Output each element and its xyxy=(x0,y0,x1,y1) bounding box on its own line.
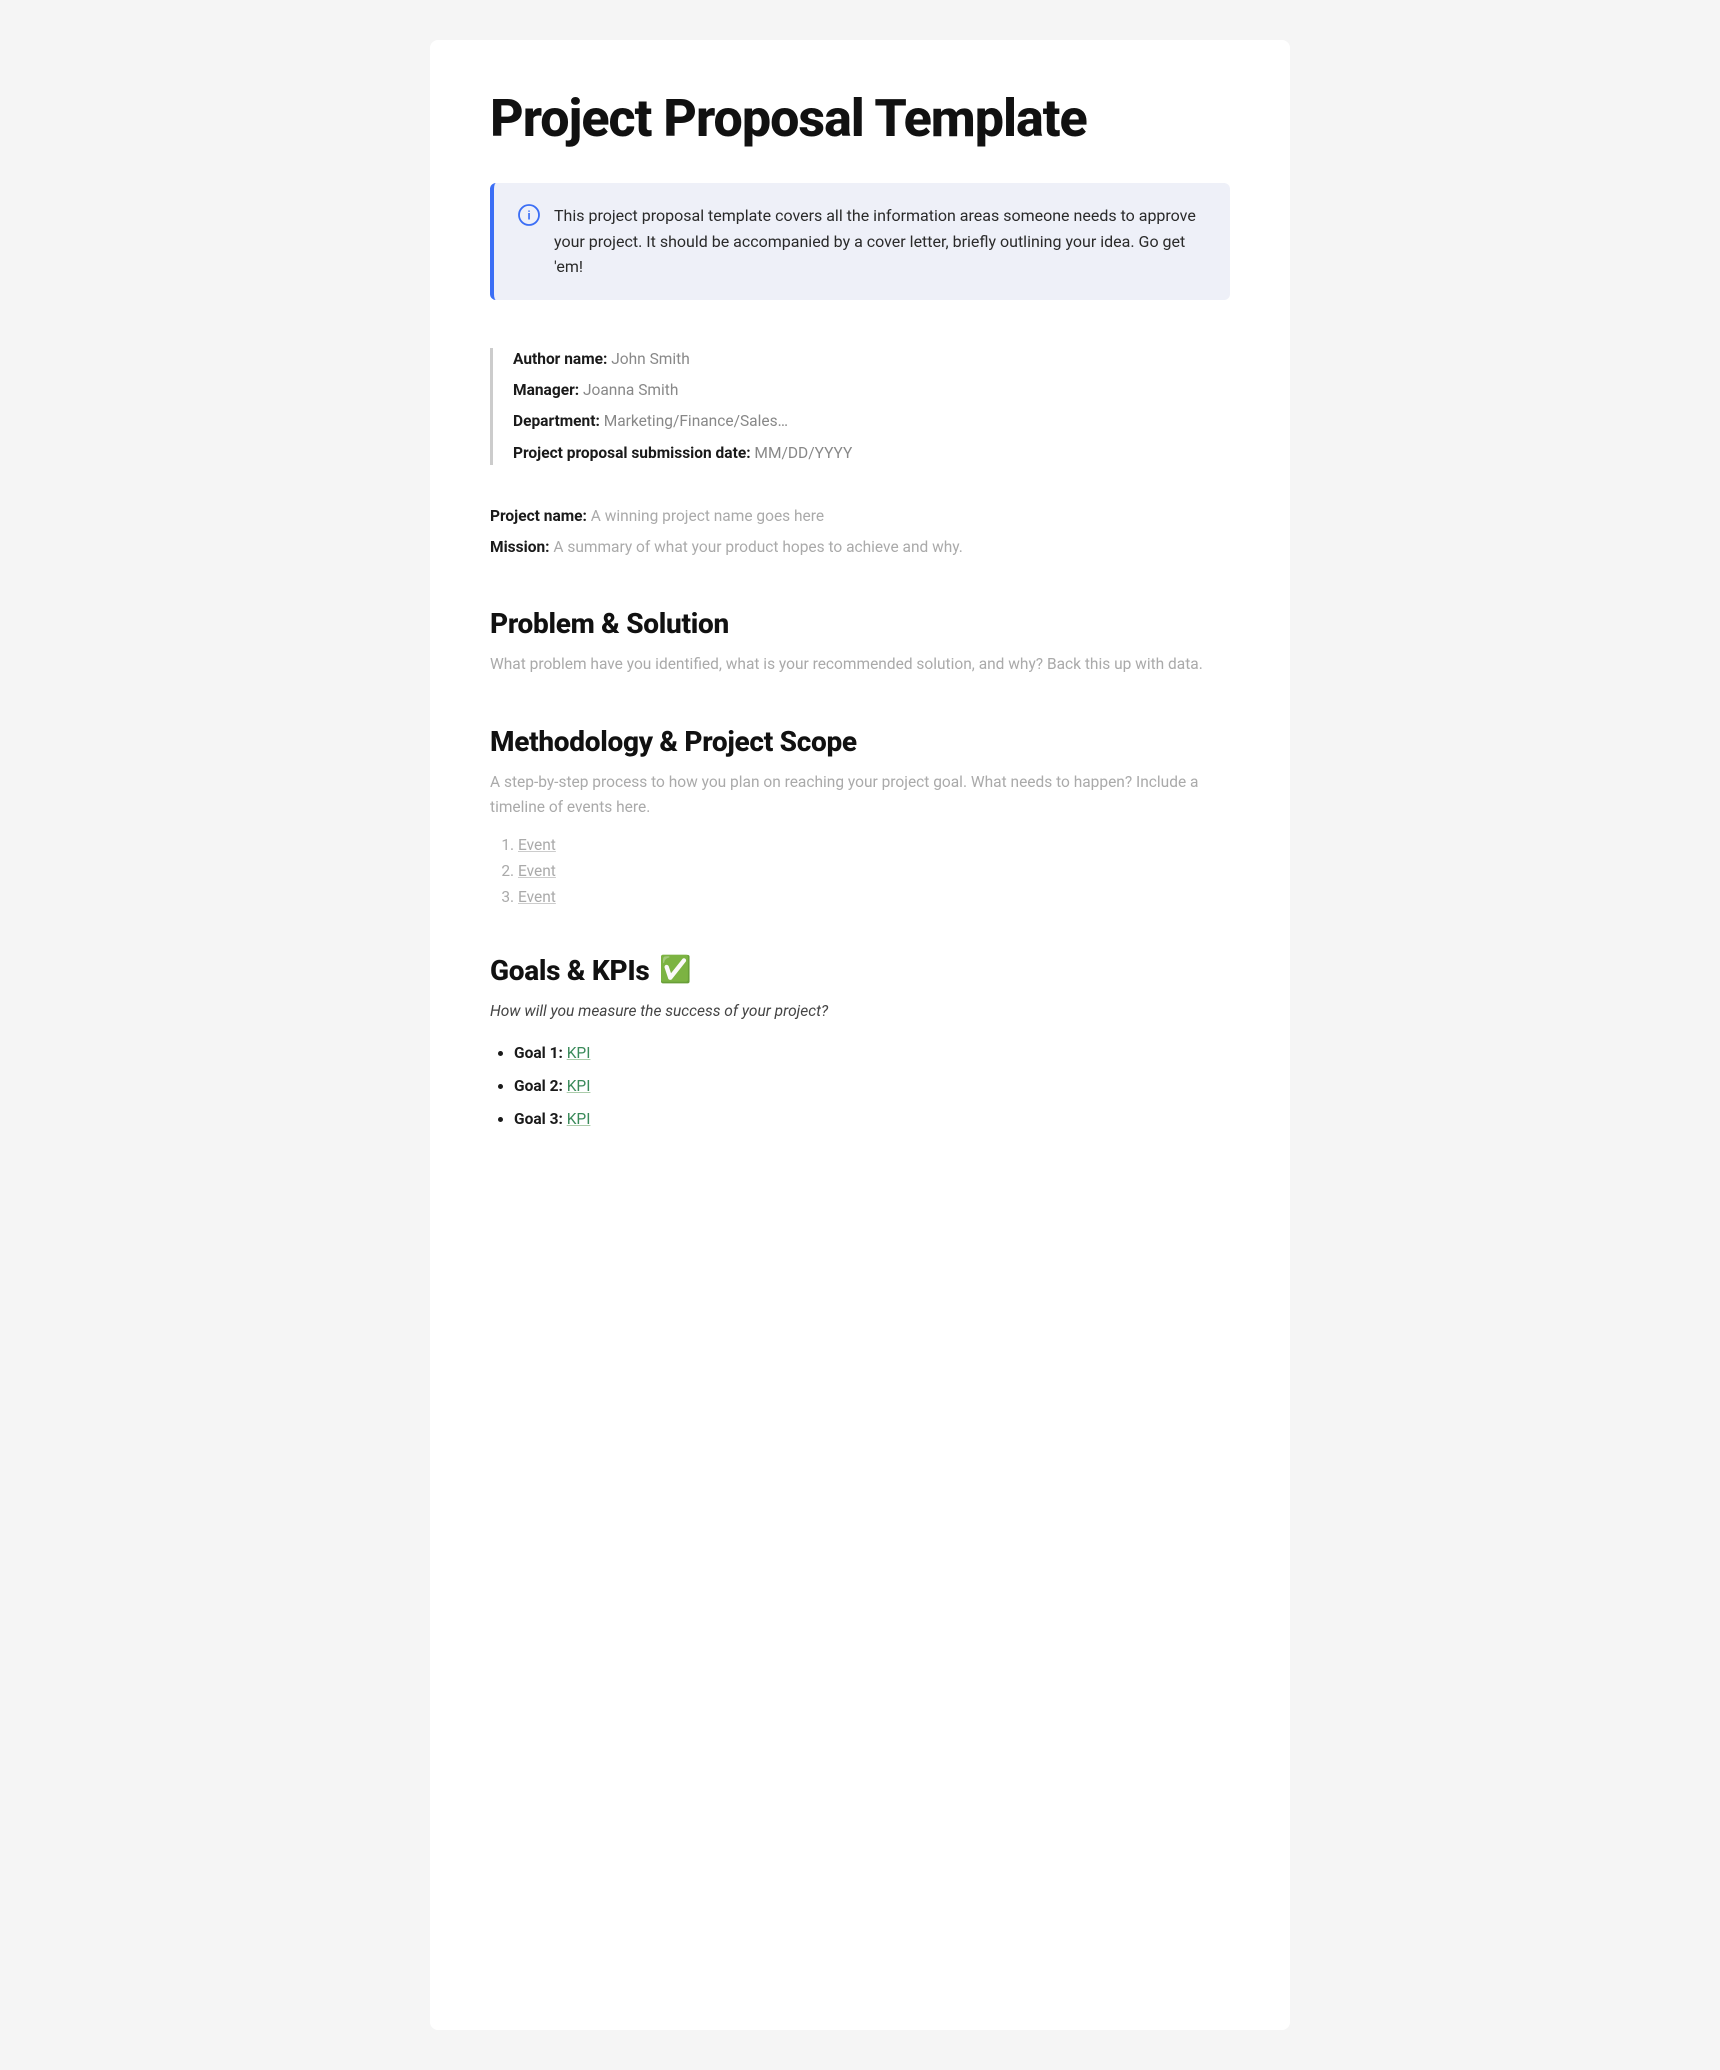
mission-label: Mission: xyxy=(490,538,550,556)
goals-kpis-title-row: Goals & KPIs ✅ xyxy=(490,954,1230,987)
event-list: Event Event Event xyxy=(490,836,1230,906)
list-item: Event xyxy=(518,888,1230,906)
project-name-row: Project name: A winning project name goe… xyxy=(490,505,1230,528)
manager-row: Manager: Joanna Smith xyxy=(513,379,1230,402)
author-row: Author name: John Smith xyxy=(513,348,1230,371)
list-item: Goal 2: KPI xyxy=(514,1075,1230,1098)
goals-kpis-description: How will you measure the success of your… xyxy=(490,999,1230,1024)
goal-1-label: Goal 1: xyxy=(514,1044,563,1062)
page-container: Project Proposal Template i This project… xyxy=(430,40,1290,2030)
problem-solution-section: Problem & Solution What problem have you… xyxy=(490,607,1230,677)
list-item: Goal 3: KPI xyxy=(514,1108,1230,1131)
goals-kpis-title: Goals & KPIs xyxy=(490,954,649,987)
callout-text: This project proposal template covers al… xyxy=(554,203,1206,280)
manager-value: Joanna Smith xyxy=(583,381,678,399)
goal-1-value: KPI xyxy=(567,1044,591,1062)
project-info-block: Project name: A winning project name goe… xyxy=(490,505,1230,560)
goals-kpis-section: Goals & KPIs ✅ How will you measure the … xyxy=(490,954,1230,1132)
mission-row: Mission: A summary of what your product … xyxy=(490,536,1230,559)
goals-kpis-checkbox-icon: ✅ xyxy=(659,957,691,983)
problem-solution-title: Problem & Solution xyxy=(490,607,1230,640)
info-icon: i xyxy=(518,204,540,226)
methodology-description: A step-by-step process to how you plan o… xyxy=(490,770,1230,820)
metadata-block: Author name: John Smith Manager: Joanna … xyxy=(490,348,1230,465)
methodology-section: Methodology & Project Scope A step-by-st… xyxy=(490,725,1230,906)
author-value: John Smith xyxy=(611,350,690,368)
submission-date-value: MM/DD/YYYY xyxy=(754,444,852,462)
callout-box: i This project proposal template covers … xyxy=(490,183,1230,300)
list-item: Goal 1: KPI xyxy=(514,1042,1230,1065)
submission-date-label: Project proposal submission date: xyxy=(513,444,751,462)
goal-2-label: Goal 2: xyxy=(514,1077,563,1095)
project-name-label: Project name: xyxy=(490,507,587,525)
page-title: Project Proposal Template xyxy=(490,90,1230,147)
goal-3-value: KPI xyxy=(567,1110,591,1128)
department-value: Marketing/Finance/Sales… xyxy=(604,412,788,430)
manager-label: Manager: xyxy=(513,381,579,399)
project-name-value: A winning project name goes here xyxy=(591,507,824,525)
mission-value: A summary of what your product hopes to … xyxy=(553,538,963,556)
problem-solution-description: What problem have you identified, what i… xyxy=(490,652,1230,677)
svg-text:i: i xyxy=(527,209,530,223)
department-label: Department: xyxy=(513,412,600,430)
submission-date-row: Project proposal submission date: MM/DD/… xyxy=(513,442,1230,465)
list-item: Event xyxy=(518,836,1230,854)
department-row: Department: Marketing/Finance/Sales… xyxy=(513,410,1230,433)
author-label: Author name: xyxy=(513,350,607,368)
list-item: Event xyxy=(518,862,1230,880)
methodology-title: Methodology & Project Scope xyxy=(490,725,1230,758)
goal-3-label: Goal 3: xyxy=(514,1110,563,1128)
goals-list: Goal 1: KPI Goal 2: KPI Goal 3: KPI xyxy=(490,1042,1230,1132)
goal-2-value: KPI xyxy=(567,1077,591,1095)
